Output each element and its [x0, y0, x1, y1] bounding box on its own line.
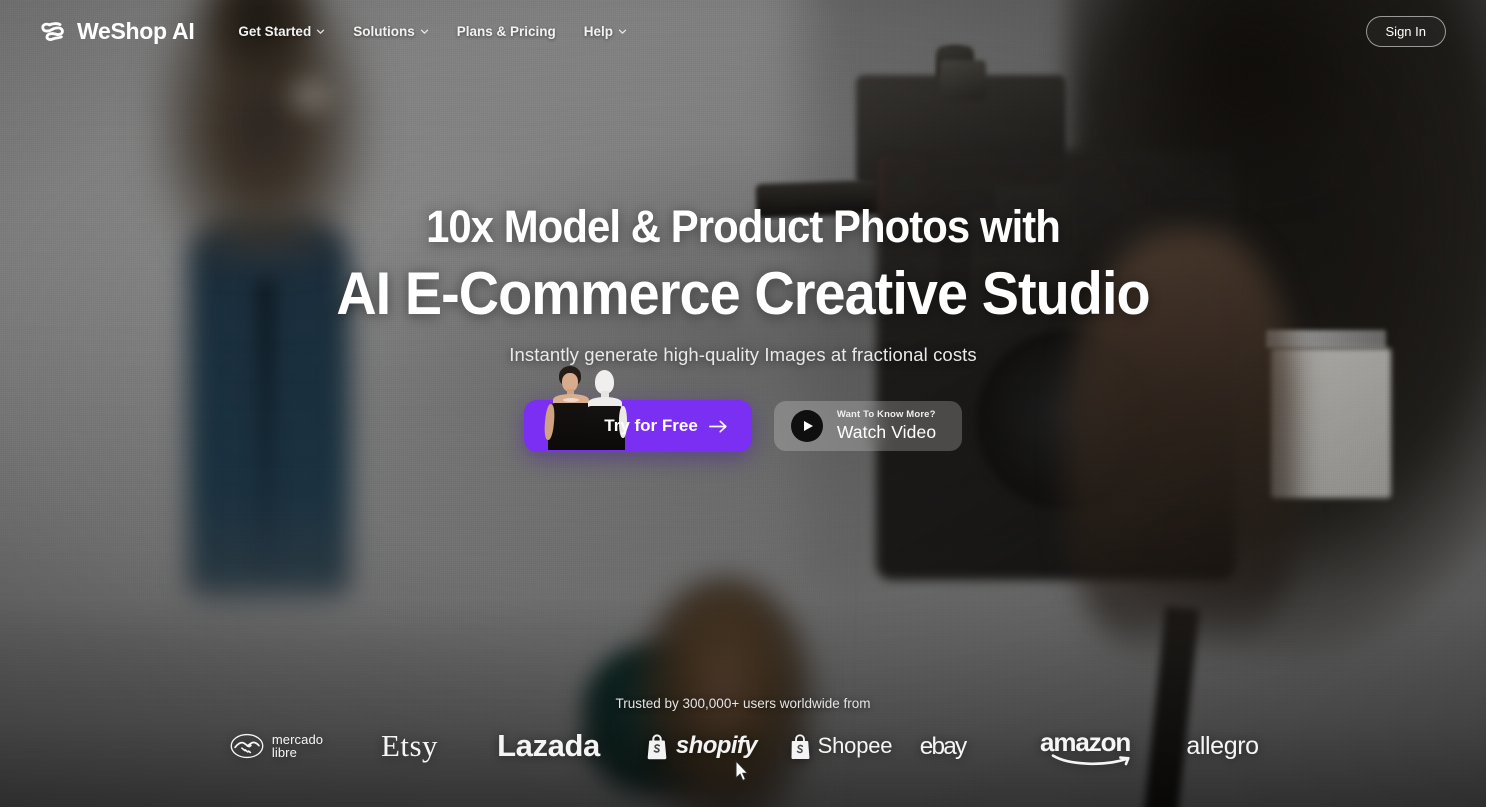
- partner-logo-allegro[interactable]: allegro: [1162, 727, 1284, 765]
- partner-logo-shopify[interactable]: shopify: [629, 727, 774, 765]
- amazon-smile-arrow-icon: [1051, 754, 1130, 766]
- mercado-libre-line2: libre: [271, 745, 297, 760]
- nav-item-help[interactable]: Help: [570, 18, 641, 45]
- lazada-wordmark: Lazada: [497, 728, 600, 763]
- amazon-logo-wrap: amazon: [1040, 727, 1148, 766]
- shopee-bag-icon: [791, 733, 810, 759]
- arrow-right-icon: [708, 419, 727, 433]
- brand-logo[interactable]: WeShop AI: [40, 17, 195, 45]
- hero-headline-line1: 10x Model & Product Photos with: [426, 201, 1061, 252]
- nav-label-help: Help: [583, 23, 613, 39]
- trusted-by-caption: Trusted by 300,000+ users worldwide from: [615, 696, 871, 711]
- partner-logo-lazada[interactable]: Lazada: [469, 727, 629, 765]
- weshop-knot-logo-icon: [41, 22, 64, 41]
- nav-label-get-started: Get Started: [238, 23, 312, 39]
- site-header: WeShop AI Get Started Solutions Plans & …: [0, 0, 1486, 62]
- partner-logo-shopee[interactable]: Shopee: [774, 727, 907, 765]
- partner-logo-row: mercado libre Etsy Lazada shopify Shopee…: [0, 727, 1486, 766]
- try-for-free-label-group: Try for Free: [604, 416, 728, 436]
- hero-subheadline: Instantly generate high-quality Images a…: [509, 344, 977, 365]
- hero-cta-row: Try for Free Want To Know More? Watch Vi…: [0, 358, 1486, 452]
- nav-item-solutions[interactable]: Solutions: [339, 18, 443, 45]
- chevron-down-icon: [317, 29, 325, 34]
- main-navigation: Get Started Solutions Plans & Pricing He…: [230, 18, 641, 45]
- allegro-wordmark: allegro: [1186, 731, 1259, 760]
- etsy-wordmark: Etsy: [380, 728, 439, 763]
- page-root: WeShop AI Get Started Solutions Plans & …: [0, 0, 1486, 807]
- ebay-wordmark-icon: ebay: [919, 733, 969, 760]
- try-for-free-label: Try for Free: [604, 416, 698, 435]
- chevron-down-icon: [420, 29, 428, 34]
- shopee-wordmark: Shopee: [817, 733, 893, 758]
- trusted-by-section: Trusted by 300,000+ users worldwide from…: [0, 696, 1486, 766]
- watch-video-button[interactable]: Want To Know More? Watch Video: [773, 401, 963, 451]
- partner-logo-mercado-libre[interactable]: mercado libre: [203, 727, 351, 765]
- watch-video-eyebrow: Want To Know More?: [836, 408, 936, 420]
- hero-section: 10x Model & Product Photos with AI E-Com…: [0, 196, 1486, 452]
- mercado-libre-wordmark: mercado libre: [272, 733, 323, 759]
- play-icon: [790, 410, 823, 442]
- partner-logo-amazon[interactable]: amazon: [1027, 727, 1162, 766]
- sign-in-button[interactable]: Sign In: [1365, 15, 1446, 47]
- try-for-free-button[interactable]: Try for Free: [523, 358, 752, 452]
- shopify-wordmark: shopify: [675, 732, 758, 759]
- nav-item-plans-pricing[interactable]: Plans & Pricing: [443, 18, 570, 45]
- nav-label-plans-pricing: Plans & Pricing: [456, 23, 556, 39]
- partner-logo-etsy[interactable]: Etsy: [351, 727, 469, 765]
- model-mannequin-thumbnail: [534, 358, 627, 450]
- partner-logo-ebay[interactable]: ebay: [907, 727, 1027, 765]
- hero-headline-line2: AI E-Commerce Creative Studio: [336, 260, 1150, 327]
- chevron-down-icon: [618, 29, 627, 34]
- nav-label-solutions: Solutions: [353, 23, 415, 39]
- watch-video-label: Watch Video: [836, 421, 937, 442]
- ebay-wordmark-text: ebay: [919, 733, 967, 760]
- watch-video-text-group: Want To Know More? Watch Video: [836, 408, 937, 442]
- shopify-bag-icon: [647, 733, 667, 759]
- brand-logo-text: WeShop AI: [77, 17, 195, 44]
- nav-item-get-started[interactable]: Get Started: [230, 18, 339, 45]
- mercado-libre-handshake-icon: [230, 733, 264, 759]
